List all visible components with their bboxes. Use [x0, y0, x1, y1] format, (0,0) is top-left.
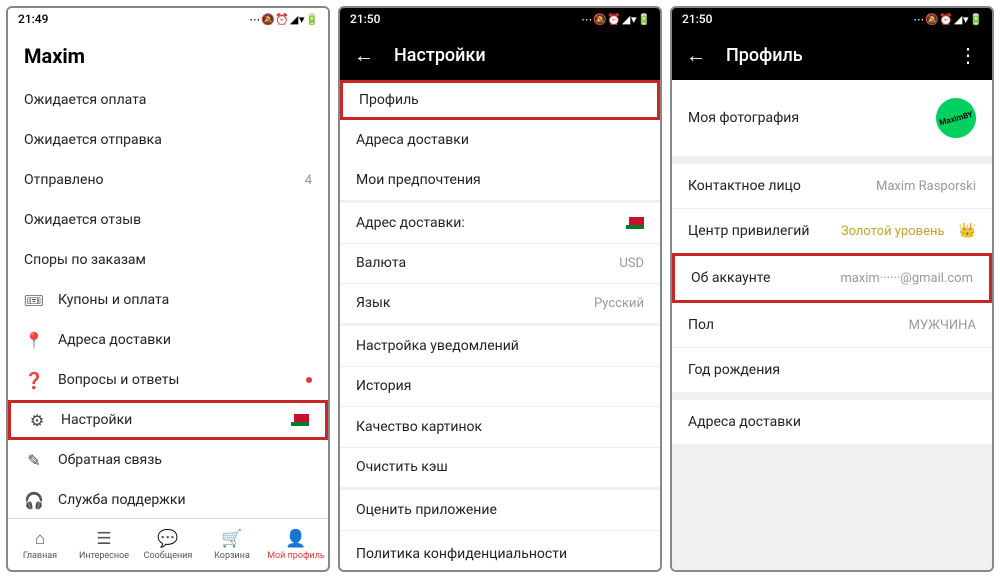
crown-icon: 👑: [959, 223, 976, 239]
phone-settings: 21:50 ⋯ 🔕 ⏰ ◢ ▾ 🔋 ← Настройки Профиль Ад…: [338, 6, 662, 572]
row-currency[interactable]: Валюта USD: [340, 243, 660, 283]
cart-icon: 🛒: [221, 529, 242, 549]
status-bar: 21:49 ⋯ 🔕 ⏰ ◢ ▾ 🔋: [8, 8, 328, 30]
row-qa[interactable]: ❓ Вопросы и ответы: [8, 360, 328, 400]
row-coupons[interactable]: 🎟 Купоны и оплата: [8, 280, 328, 320]
gender-value: МУЖЧИНА: [909, 318, 976, 333]
row-preferences[interactable]: Мои предпочтения: [340, 160, 660, 200]
back-icon[interactable]: ←: [686, 43, 706, 68]
home-icon: ⌂: [35, 529, 45, 549]
shipped-count: 4: [305, 173, 312, 188]
status-time: 21:50: [682, 12, 712, 26]
row-privilege[interactable]: Центр привилегий Золотой уровень 👑: [672, 209, 992, 253]
status-icons: ⋯ 🔕 ⏰ ◢ ▾ 🔋: [249, 13, 318, 26]
nav-cart[interactable]: 🛒Корзина: [200, 519, 264, 570]
row-shipped[interactable]: Отправлено 4: [8, 160, 328, 200]
row-settings[interactable]: ⚙ Настройки: [8, 400, 328, 440]
flag-belarus-icon: [626, 217, 644, 229]
nav-home[interactable]: ⌂Главная: [8, 519, 72, 570]
nav-messages[interactable]: 💬Сообщения: [136, 519, 200, 570]
status-time: 21:49: [18, 12, 48, 26]
phone-profile-detail: 21:50 ⋯ 🔕 ⏰ ◢ ▾ 🔋 ← Профиль ⋮ Моя фотогр…: [670, 6, 994, 572]
settings-list: Профиль Адреса доставки Мои предпочтения…: [340, 80, 660, 570]
separator: [672, 392, 992, 400]
header-title: Настройки: [394, 45, 486, 66]
profile-list: Ожидается оплата Ожидается отправка Отпр…: [8, 80, 328, 518]
nav-profile[interactable]: 👤Мой профиль: [264, 519, 328, 570]
pin-icon: 📍: [24, 331, 44, 350]
flag-belarus-icon: [291, 414, 309, 426]
user-name: Maxim: [8, 30, 328, 80]
gear-icon: ⚙: [27, 411, 47, 430]
row-disputes[interactable]: Споры по заказам: [8, 240, 328, 280]
header-title: Профиль: [726, 45, 803, 66]
row-awaiting-review[interactable]: Ожидается отзыв: [8, 200, 328, 240]
question-icon: ❓: [24, 371, 44, 390]
header: ← Настройки: [340, 30, 660, 80]
row-rate[interactable]: Оценить приложение: [340, 490, 660, 530]
contact-value: Maxim Rasporski: [876, 179, 976, 194]
avatar: MaximBY: [932, 94, 981, 143]
row-feedback[interactable]: ✎ Обратная связь: [8, 440, 328, 480]
row-ship-address[interactable]: Адрес доставки:: [340, 203, 660, 243]
row-ship-addresses[interactable]: Адреса доставки: [340, 120, 660, 160]
notification-dot: [306, 377, 312, 383]
chat-icon: 💬: [157, 529, 178, 549]
back-icon[interactable]: ←: [354, 43, 374, 68]
status-bar: 21:50 ⋯ 🔕 ⏰ ◢ ▾ 🔋: [340, 8, 660, 30]
row-birth[interactable]: Год рождения: [672, 348, 992, 392]
row-addresses[interactable]: 📍 Адреса доставки: [8, 320, 328, 360]
row-photo[interactable]: Моя фотография MaximBY: [672, 80, 992, 156]
account-value: maxim······@gmail.com: [840, 271, 973, 286]
status-time: 21:50: [350, 12, 380, 26]
row-notifications[interactable]: Настройка уведомлений: [340, 326, 660, 366]
row-language[interactable]: Язык Русский: [340, 283, 660, 323]
currency-value: USD: [619, 256, 644, 271]
row-clear-cache[interactable]: Очистить кэш: [340, 447, 660, 487]
row-history[interactable]: История: [340, 366, 660, 406]
status-icons: ⋯ 🔕 ⏰ ◢ ▾ 🔋: [581, 13, 650, 26]
header: ← Профиль ⋮: [672, 30, 992, 80]
status-bar: 21:50 ⋯ 🔕 ⏰ ◢ ▾ 🔋: [672, 8, 992, 30]
row-privacy[interactable]: Политика конфиденциальности: [340, 530, 660, 570]
row-awaiting-shipment[interactable]: Ожидается отправка: [8, 120, 328, 160]
row-profile[interactable]: Профиль: [340, 80, 660, 120]
ticket-icon: 🎟: [24, 291, 44, 310]
phone-profile: 21:49 ⋯ 🔕 ⏰ ◢ ▾ 🔋 Maxim Ожидается оплата…: [6, 6, 330, 572]
separator: [672, 156, 992, 164]
nav-feed[interactable]: ☰Интересное: [72, 519, 136, 570]
bottom-nav: ⌂Главная ☰Интересное 💬Сообщения 🛒Корзина…: [8, 518, 328, 570]
row-image-quality[interactable]: Качество картинок: [340, 407, 660, 447]
more-icon[interactable]: ⋮: [958, 43, 978, 67]
privilege-value: Золотой уровень: [841, 224, 945, 239]
pencil-icon: ✎: [24, 451, 44, 470]
feed-icon: ☰: [96, 529, 111, 549]
headset-icon: 🎧: [24, 491, 44, 510]
language-value: Русский: [594, 296, 644, 311]
separator: [672, 444, 992, 570]
row-support[interactable]: 🎧 Служба поддержки: [8, 480, 328, 518]
person-icon: 👤: [285, 529, 306, 549]
row-contact[interactable]: Контактное лицо Maxim Rasporski: [672, 164, 992, 208]
status-icons: ⋯ 🔕 ⏰ ◢ ▾ 🔋: [913, 13, 982, 26]
profile-detail-list: Моя фотография MaximBY Контактное лицо M…: [672, 80, 992, 570]
row-account[interactable]: Об аккаунте maxim······@gmail.com: [672, 253, 992, 303]
row-addresses[interactable]: Адреса доставки: [672, 400, 992, 444]
row-awaiting-payment[interactable]: Ожидается оплата: [8, 80, 328, 120]
row-gender[interactable]: Пол МУЖЧИНА: [672, 303, 992, 347]
